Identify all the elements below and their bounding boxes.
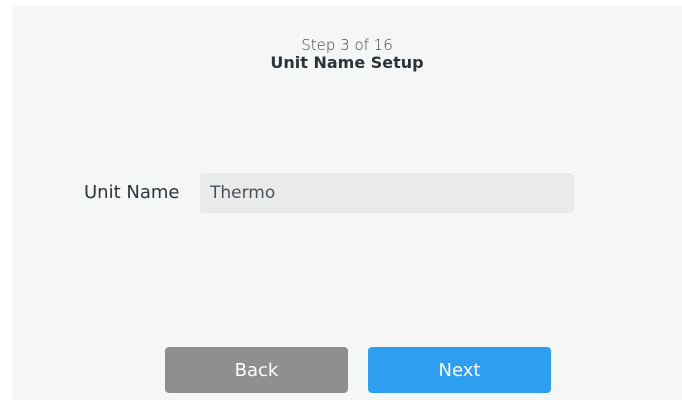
- unit-name-label: Unit Name: [84, 182, 180, 203]
- back-button[interactable]: Back: [165, 347, 348, 393]
- setup-screen: Step 3 of 16 Unit Name Setup Unit Name B…: [12, 6, 682, 400]
- unit-name-input[interactable]: [200, 173, 574, 213]
- step-indicator: Step 3 of 16: [301, 36, 393, 54]
- page-title: Unit Name Setup: [270, 53, 424, 72]
- header: Step 3 of 16 Unit Name Setup: [12, 36, 682, 72]
- next-button[interactable]: Next: [368, 347, 551, 393]
